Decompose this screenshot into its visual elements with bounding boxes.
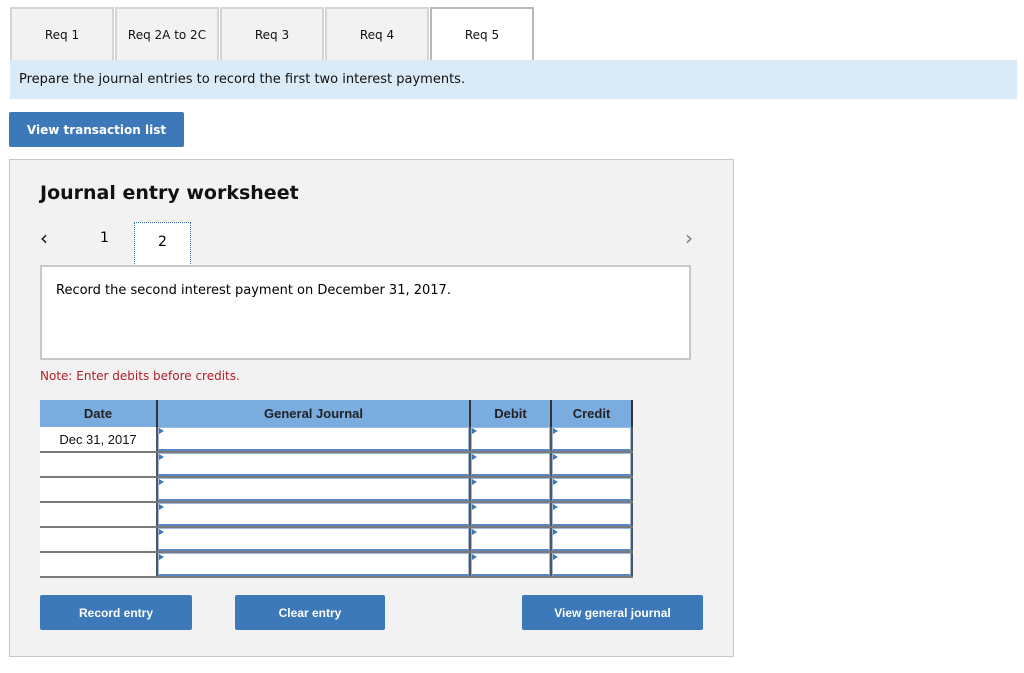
tab-req-3[interactable]: Req 3 — [220, 7, 324, 60]
credit-input-field[interactable] — [552, 453, 631, 476]
date-cell — [40, 452, 158, 478]
account-input[interactable] — [157, 552, 471, 578]
credit-input-field[interactable] — [552, 478, 631, 501]
view-general-journal-button[interactable]: View general journal — [522, 595, 703, 630]
header-debit: Debit — [470, 400, 552, 427]
debit-input[interactable] — [470, 502, 552, 528]
credit-input[interactable] — [551, 427, 633, 453]
chevron-right-icon[interactable]: › — [685, 226, 693, 250]
instruction-banner: Prepare the journal entries to record th… — [10, 60, 1017, 99]
table-row: Dec 31, 2017 — [40, 427, 633, 453]
debit-input[interactable] — [470, 527, 552, 553]
debit-input-field[interactable] — [471, 528, 550, 551]
table-row — [40, 527, 633, 553]
debit-input-field[interactable] — [471, 503, 550, 526]
credit-input[interactable] — [551, 452, 633, 478]
credit-input-field[interactable] — [552, 553, 631, 576]
tab-req-4[interactable]: Req 4 — [325, 7, 429, 60]
view-transaction-list-button[interactable]: View transaction list — [9, 112, 184, 147]
journal-entry-worksheet: Journal entry worksheet ‹ 1 2 › Record t… — [9, 159, 734, 657]
credit-input[interactable] — [551, 552, 633, 578]
date-cell — [40, 552, 158, 578]
account-input-field[interactable] — [158, 503, 469, 526]
credit-input[interactable] — [551, 502, 633, 528]
header-credit: Credit — [551, 400, 633, 427]
requirement-tabs: Req 1 Req 2A to 2C Req 3 Req 4 Req 5 — [10, 7, 535, 60]
debit-input[interactable] — [470, 552, 552, 578]
worksheet-page-2[interactable]: 2 — [134, 222, 191, 268]
credit-input[interactable] — [551, 527, 633, 553]
tab-req-2a-to-2c[interactable]: Req 2A to 2C — [115, 7, 219, 60]
account-input-field[interactable] — [158, 453, 469, 476]
debit-input[interactable] — [470, 427, 552, 453]
debit-input-field[interactable] — [471, 427, 550, 451]
worksheet-title: Journal entry worksheet — [40, 182, 299, 204]
credit-input-field[interactable] — [552, 528, 631, 551]
account-input[interactable] — [157, 527, 471, 553]
clear-entry-button[interactable]: Clear entry — [235, 595, 385, 630]
tab-req-1[interactable]: Req 1 — [10, 7, 114, 60]
account-input-field[interactable] — [158, 427, 469, 451]
debit-input[interactable] — [470, 477, 552, 503]
record-entry-button[interactable]: Record entry — [40, 595, 192, 630]
credit-input[interactable] — [551, 477, 633, 503]
account-input-field[interactable] — [158, 478, 469, 501]
account-input[interactable] — [157, 477, 471, 503]
table-row — [40, 452, 633, 478]
debit-input[interactable] — [470, 452, 552, 478]
journal-table: Date General Journal Debit Credit Dec 31… — [40, 400, 633, 578]
tab-req-5[interactable]: Req 5 — [430, 7, 534, 60]
chevron-left-icon[interactable]: ‹ — [40, 226, 48, 250]
worksheet-page-1[interactable]: 1 — [100, 230, 109, 246]
debit-input-field[interactable] — [471, 553, 550, 576]
date-cell — [40, 477, 158, 503]
header-date: Date — [40, 400, 158, 427]
date-cell — [40, 502, 158, 528]
credit-input-field[interactable] — [552, 427, 631, 451]
table-row — [40, 477, 633, 503]
date-cell — [40, 527, 158, 553]
table-row — [40, 552, 633, 578]
credit-input-field[interactable] — [552, 503, 631, 526]
debit-input-field[interactable] — [471, 453, 550, 476]
table-row — [40, 502, 633, 528]
account-input-field[interactable] — [158, 528, 469, 551]
account-input[interactable] — [157, 427, 471, 453]
account-input-field[interactable] — [158, 553, 469, 576]
account-input[interactable] — [157, 452, 471, 478]
date-cell: Dec 31, 2017 — [40, 427, 158, 453]
debit-credit-note: Note: Enter debits before credits. — [40, 369, 240, 383]
entry-prompt: Record the second interest payment on De… — [40, 265, 691, 360]
debit-input-field[interactable] — [471, 478, 550, 501]
account-input[interactable] — [157, 502, 471, 528]
header-general-journal: General Journal — [157, 400, 471, 427]
